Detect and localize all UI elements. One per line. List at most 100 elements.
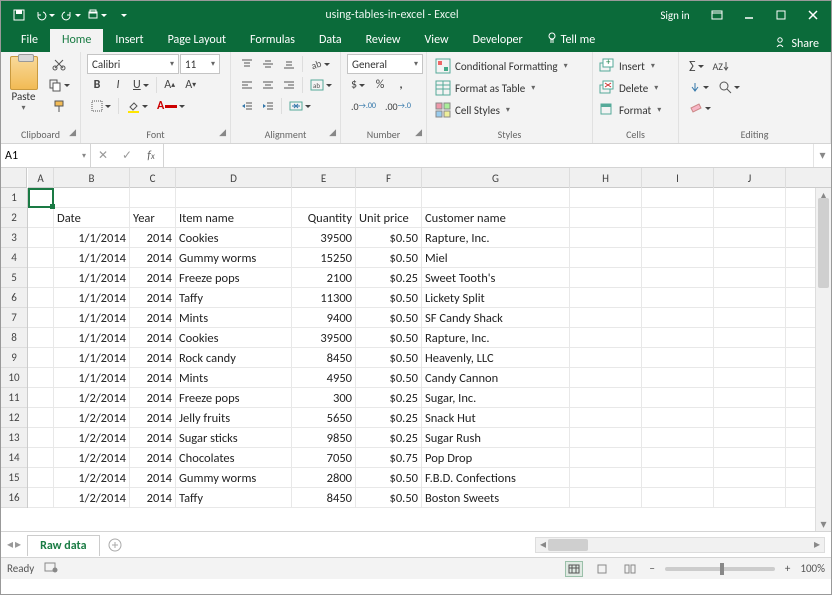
cell[interactable]: Gummy worms bbox=[176, 248, 292, 268]
font-dialog-launcher[interactable]: ◢ bbox=[219, 127, 226, 138]
cell[interactable] bbox=[642, 308, 714, 328]
cell[interactable]: 2014 bbox=[130, 448, 176, 468]
cell[interactable]: Snack Hut bbox=[422, 408, 570, 428]
cell[interactable]: 300 bbox=[292, 388, 356, 408]
cell[interactable]: 1/1/2014 bbox=[54, 328, 130, 348]
cell[interactable] bbox=[642, 448, 714, 468]
cell[interactable] bbox=[714, 428, 786, 448]
cell[interactable] bbox=[292, 188, 356, 208]
copy-button[interactable] bbox=[44, 75, 74, 95]
column-header-J[interactable]: J bbox=[714, 168, 786, 188]
cell[interactable] bbox=[28, 188, 54, 208]
paste-button[interactable]: Paste ▾ bbox=[7, 54, 40, 113]
cell-styles-button[interactable]: Cell Styles▾ bbox=[433, 100, 512, 120]
delete-cells-button[interactable]: Delete▾ bbox=[599, 78, 661, 98]
cell[interactable] bbox=[570, 308, 642, 328]
cell[interactable] bbox=[28, 308, 54, 328]
comma-format-button[interactable]: , bbox=[391, 75, 411, 95]
clear-button[interactable] bbox=[685, 98, 715, 118]
close-button[interactable] bbox=[799, 5, 827, 25]
cell[interactable]: 2014 bbox=[130, 408, 176, 428]
cell[interactable]: 15250 bbox=[292, 248, 356, 268]
cell[interactable]: SF Candy Shack bbox=[422, 308, 570, 328]
column-header-A[interactable]: A bbox=[28, 168, 54, 188]
cell[interactable]: Year bbox=[130, 208, 176, 228]
cell[interactable] bbox=[570, 448, 642, 468]
page-layout-view-button[interactable] bbox=[593, 561, 611, 577]
insert-cells-button[interactable]: +Insert▾ bbox=[599, 56, 661, 76]
cell[interactable] bbox=[28, 408, 54, 428]
column-header-G[interactable]: G bbox=[422, 168, 570, 188]
cell[interactable] bbox=[570, 208, 642, 228]
cell[interactable]: 4950 bbox=[292, 368, 356, 388]
cell[interactable]: $0.50 bbox=[356, 328, 422, 348]
sign-in-link[interactable]: Sign in bbox=[651, 5, 699, 25]
cell[interactable]: 1/2/2014 bbox=[54, 428, 130, 448]
cell[interactable]: 1/2/2014 bbox=[54, 408, 130, 428]
cell[interactable]: Mints bbox=[176, 368, 292, 388]
cell[interactable]: 2014 bbox=[130, 388, 176, 408]
cell[interactable] bbox=[642, 348, 714, 368]
font-size-select[interactable]: 11▾ bbox=[180, 54, 220, 74]
cell[interactable]: Boston Sweets bbox=[422, 488, 570, 508]
cell[interactable]: Freeze pops bbox=[176, 268, 292, 288]
cell[interactable]: 2014 bbox=[130, 428, 176, 448]
cancel-formula-button[interactable]: ✕ bbox=[91, 144, 115, 168]
normal-view-button[interactable] bbox=[565, 561, 583, 577]
row-header-6[interactable]: 6 bbox=[1, 288, 27, 308]
cell[interactable]: 1/2/2014 bbox=[54, 488, 130, 508]
cell[interactable]: Chocolates bbox=[176, 448, 292, 468]
alignment-dialog-launcher[interactable]: ◢ bbox=[329, 127, 336, 138]
cell[interactable] bbox=[570, 248, 642, 268]
italic-button[interactable]: I bbox=[108, 75, 128, 95]
row-header-1[interactable]: 1 bbox=[1, 188, 27, 208]
cell[interactable]: Customer name bbox=[422, 208, 570, 228]
vertical-scroll-thumb[interactable] bbox=[818, 198, 829, 288]
cell[interactable] bbox=[642, 288, 714, 308]
cell[interactable] bbox=[28, 388, 54, 408]
tab-insert[interactable]: Insert bbox=[103, 29, 155, 52]
share-button[interactable]: Share bbox=[775, 36, 831, 52]
maximize-button[interactable] bbox=[767, 5, 795, 25]
insert-function-button[interactable]: fx bbox=[139, 144, 163, 168]
cell[interactable]: $0.50 bbox=[356, 468, 422, 488]
cell[interactable]: Sugar Rush bbox=[422, 428, 570, 448]
zoom-in-button[interactable]: + bbox=[785, 562, 790, 575]
cell[interactable]: 39500 bbox=[292, 328, 356, 348]
cell[interactable]: 8450 bbox=[292, 348, 356, 368]
increase-font-button[interactable]: A▴ bbox=[160, 75, 180, 95]
cell[interactable] bbox=[714, 268, 786, 288]
column-header-C[interactable]: C bbox=[130, 168, 176, 188]
cell[interactable] bbox=[714, 368, 786, 388]
cell[interactable] bbox=[642, 408, 714, 428]
cell[interactable]: Sugar sticks bbox=[176, 428, 292, 448]
tell-me[interactable]: Tell me bbox=[535, 29, 608, 52]
cell[interactable] bbox=[714, 328, 786, 348]
cell[interactable] bbox=[28, 288, 54, 308]
find-select-button[interactable] bbox=[714, 77, 744, 97]
cell[interactable]: 1/1/2014 bbox=[54, 348, 130, 368]
cell[interactable]: $0.50 bbox=[356, 368, 422, 388]
increase-decimal-button[interactable]: .0→.00 bbox=[347, 96, 380, 116]
cell[interactable]: Mints bbox=[176, 308, 292, 328]
cell[interactable] bbox=[422, 188, 570, 208]
cell[interactable] bbox=[642, 328, 714, 348]
align-middle-button[interactable] bbox=[258, 54, 278, 74]
cell[interactable]: $0.25 bbox=[356, 268, 422, 288]
cell[interactable]: 1/1/2014 bbox=[54, 268, 130, 288]
accounting-format-button[interactable]: $ bbox=[347, 75, 369, 95]
increase-indent-button[interactable] bbox=[258, 96, 278, 116]
cell[interactable]: $0.50 bbox=[356, 248, 422, 268]
wrap-text-button[interactable]: ab bbox=[306, 75, 336, 95]
column-header-I[interactable]: I bbox=[642, 168, 714, 188]
cell[interactable]: Rock candy bbox=[176, 348, 292, 368]
borders-button[interactable] bbox=[87, 96, 115, 116]
cell[interactable]: 2014 bbox=[130, 328, 176, 348]
column-header-B[interactable]: B bbox=[54, 168, 130, 188]
cell[interactable]: Miel bbox=[422, 248, 570, 268]
fill-button[interactable] bbox=[685, 77, 713, 97]
name-box[interactable]: A1▾ bbox=[1, 144, 91, 167]
row-header-15[interactable]: 15 bbox=[1, 468, 27, 488]
cell[interactable]: Taffy bbox=[176, 488, 292, 508]
merge-center-button[interactable] bbox=[285, 96, 315, 116]
